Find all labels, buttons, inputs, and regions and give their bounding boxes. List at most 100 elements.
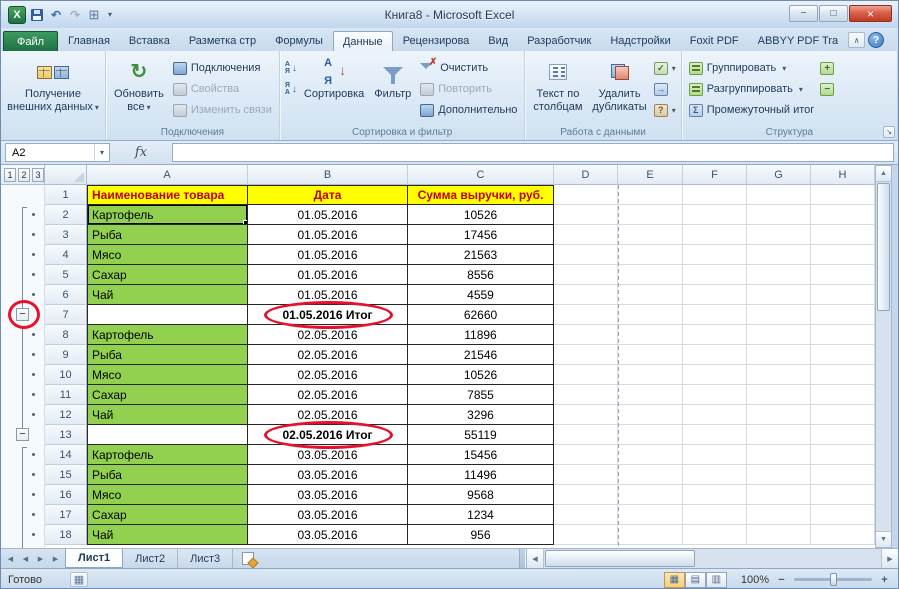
sheet-tab-2[interactable]: Лист3 <box>178 549 233 568</box>
cell-C4[interactable]: 21563 <box>408 245 554 265</box>
cell-A12[interactable]: Чай <box>87 405 248 425</box>
cell-D16[interactable] <box>554 485 618 505</box>
cell-H9[interactable] <box>811 345 875 365</box>
scroll-down-button[interactable]: ▼ <box>876 531 891 547</box>
vertical-scrollbar[interactable]: ▲ ▼ <box>875 165 892 548</box>
cell-E4[interactable] <box>618 245 683 265</box>
column-header-H[interactable]: H <box>811 165 875 185</box>
cell-A1[interactable]: Наименование товара <box>87 185 248 205</box>
cell-G15[interactable] <box>747 465 811 485</box>
cell-D15[interactable] <box>554 465 618 485</box>
cell-D7[interactable] <box>554 305 618 325</box>
cell-F10[interactable] <box>683 365 747 385</box>
cell-E14[interactable] <box>618 445 683 465</box>
cell-G10[interactable] <box>747 365 811 385</box>
advanced-button[interactable]: Дополнительно <box>416 101 521 119</box>
cell-G1[interactable] <box>747 185 811 205</box>
row-header-6[interactable]: 6 <box>45 285 87 305</box>
cell-C10[interactable]: 10526 <box>408 365 554 385</box>
cell-F7[interactable] <box>683 305 747 325</box>
cell-E11[interactable] <box>618 385 683 405</box>
cell-F13[interactable] <box>683 425 747 445</box>
horizontal-scroll-track[interactable] <box>544 549 881 568</box>
row-header-8[interactable]: 8 <box>45 325 87 345</box>
outline-collapse-button-row-13[interactable]: − <box>16 428 29 441</box>
ribbon-tab-5[interactable]: Данные <box>333 31 393 51</box>
ribbon-tab-9[interactable]: Надстройки <box>601 31 679 51</box>
get-external-data-button[interactable]: Получение внешних данных▾ <box>4 54 102 125</box>
cell-F2[interactable] <box>683 205 747 225</box>
cell-D17[interactable] <box>554 505 618 525</box>
row-header-2[interactable]: 2 <box>45 205 87 225</box>
outline-level-button-1[interactable]: 1 <box>4 168 16 182</box>
cell-G2[interactable] <box>747 205 811 225</box>
cell-A5[interactable]: Сахар <box>87 265 248 285</box>
cell-F18[interactable] <box>683 525 747 545</box>
zoom-in-button[interactable]: + <box>878 574 891 586</box>
insert-function-button[interactable]: fx <box>135 145 147 160</box>
cell-E16[interactable] <box>618 485 683 505</box>
previous-sheet-button[interactable]: ◀ <box>19 552 32 566</box>
redo-icon[interactable]: ↷ <box>67 7 83 23</box>
save-icon[interactable] <box>29 7 45 23</box>
group-button[interactable]: Группировать▾ <box>685 59 819 77</box>
cell-G3[interactable] <box>747 225 811 245</box>
cell-C1[interactable]: Сумма выручки, руб. <box>408 185 554 205</box>
ribbon-tab-2[interactable]: Вставка <box>120 31 179 51</box>
view-page-break-button[interactable]: ▥ <box>706 572 727 588</box>
cell-C14[interactable]: 15456 <box>408 445 554 465</box>
scroll-up-button[interactable]: ▲ <box>876 166 891 182</box>
undo-icon[interactable]: ↶ <box>48 7 64 23</box>
cell-E17[interactable] <box>618 505 683 525</box>
column-header-D[interactable]: D <box>554 165 618 185</box>
cell-E1[interactable] <box>618 185 683 205</box>
cell-F3[interactable] <box>683 225 747 245</box>
cell-F6[interactable] <box>683 285 747 305</box>
cell-G9[interactable] <box>747 345 811 365</box>
cell-B2[interactable]: 01.05.2016 <box>248 205 408 225</box>
cell-H17[interactable] <box>811 505 875 525</box>
cell-A10[interactable]: Мясо <box>87 365 248 385</box>
view-page-layout-button[interactable]: ▤ <box>685 572 706 588</box>
ribbon-tab-11[interactable]: ABBYY PDF Tra <box>749 31 848 51</box>
ribbon-tab-7[interactable]: Вид <box>479 31 517 51</box>
cell-H2[interactable] <box>811 205 875 225</box>
zoom-slider-thumb[interactable] <box>830 573 837 586</box>
row-header-18[interactable]: 18 <box>45 525 87 545</box>
name-box[interactable]: A2 ▾ <box>5 143 110 162</box>
ribbon-tab-4[interactable]: Формулы <box>266 31 332 51</box>
cell-H14[interactable] <box>811 445 875 465</box>
consolidate-button[interactable]: → <box>652 80 678 98</box>
horizontal-scrollbar[interactable]: ◀ ▶ <box>526 549 898 568</box>
sort-button[interactable]: А Я ↓ Сортировка <box>299 54 369 125</box>
minimize-button[interactable]: − <box>789 5 818 22</box>
cell-B16[interactable]: 03.05.2016 <box>248 485 408 505</box>
cell-E8[interactable] <box>618 325 683 345</box>
cell-B4[interactable]: 01.05.2016 <box>248 245 408 265</box>
cell-D5[interactable] <box>554 265 618 285</box>
cell-F16[interactable] <box>683 485 747 505</box>
cell-B10[interactable]: 02.05.2016 <box>248 365 408 385</box>
cell-B14[interactable]: 03.05.2016 <box>248 445 408 465</box>
cell-F5[interactable] <box>683 265 747 285</box>
properties-button[interactable]: Свойства <box>169 80 276 98</box>
cell-C12[interactable]: 3296 <box>408 405 554 425</box>
cell-E3[interactable] <box>618 225 683 245</box>
cell-B18[interactable]: 03.05.2016 <box>248 525 408 545</box>
cell-F11[interactable] <box>683 385 747 405</box>
cell-B3[interactable]: 01.05.2016 <box>248 225 408 245</box>
row-header-3[interactable]: 3 <box>45 225 87 245</box>
cell-C2[interactable]: 10526 <box>408 205 554 225</box>
row-header-13[interactable]: 13 <box>45 425 87 445</box>
cell-F17[interactable] <box>683 505 747 525</box>
column-header-C[interactable]: C <box>408 165 554 185</box>
cell-F1[interactable] <box>683 185 747 205</box>
cell-A8[interactable]: Картофель <box>87 325 248 345</box>
cell-E15[interactable] <box>618 465 683 485</box>
cell-G12[interactable] <box>747 405 811 425</box>
sort-ascending-button[interactable]: АЯ ↓ <box>283 59 299 77</box>
dialog-launcher-icon[interactable]: ↘ <box>883 126 895 138</box>
next-sheet-button[interactable]: ▶ <box>34 552 47 566</box>
cell-D4[interactable] <box>554 245 618 265</box>
cell-C9[interactable]: 21546 <box>408 345 554 365</box>
